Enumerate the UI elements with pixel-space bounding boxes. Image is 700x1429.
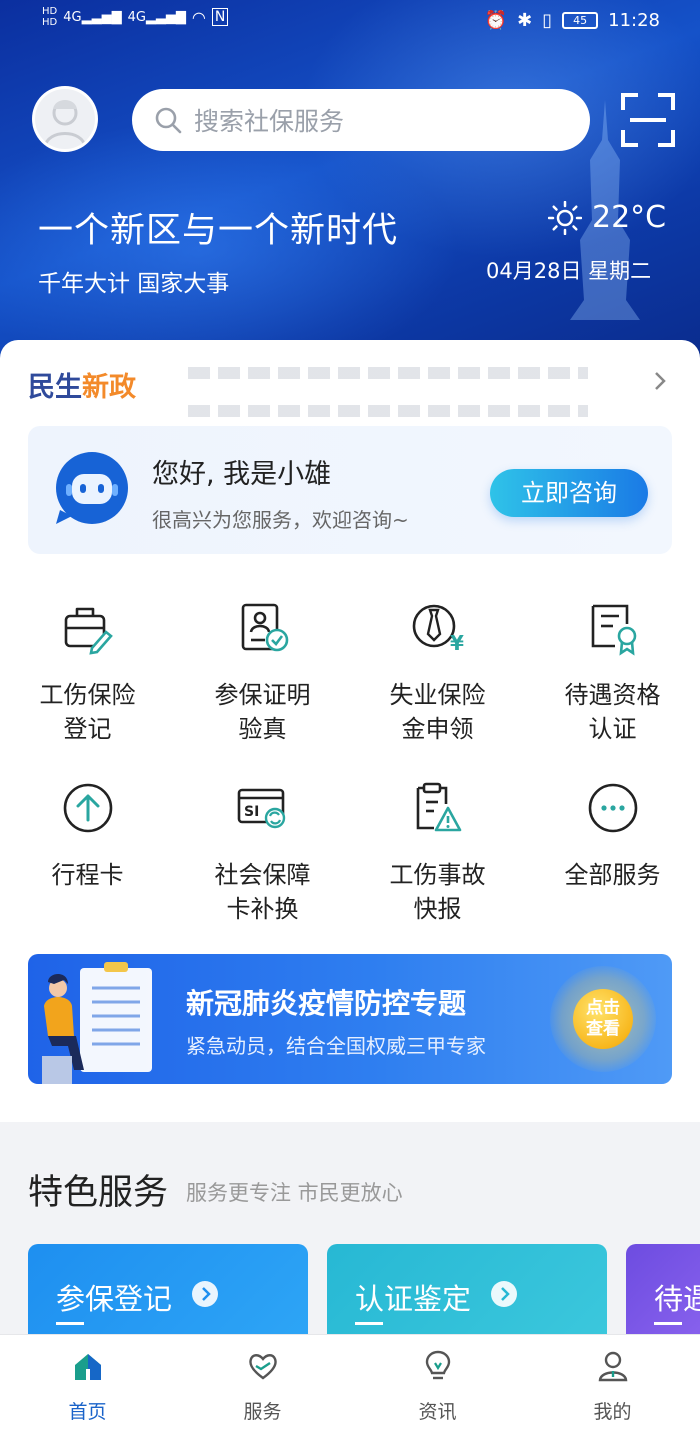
search-placeholder: 搜索社保服务 (194, 107, 345, 136)
header-banner: HD HD 4G▂▃▅▇ 4G▂▃▅▇ ◠ N ⏰ ✱ ▯ 45 11:28 搜索… (0, 0, 700, 380)
main-card: 民生新政 您好, 我是小雄 很高兴为您服务，欢迎咨询~ 立即咨询 工伤保险 登记… (0, 340, 700, 1122)
doctor-illustration (42, 962, 152, 1084)
assistant-card[interactable]: 您好, 我是小雄 很高兴为您服务，欢迎咨询~ 立即咨询 (28, 426, 672, 554)
id-card-check-icon (241, 603, 288, 652)
tie-yuan-icon: ¥ (412, 604, 464, 655)
bottom-nav: 首页 服务 资讯 我的 (0, 1334, 700, 1429)
service-item[interactable]: 全部服务 (525, 780, 700, 892)
assistant-title: 您好, 我是小雄 (152, 459, 332, 490)
heart-hand-icon (248, 1354, 277, 1380)
banner-title: 新冠肺炎疫情防控专题 (186, 987, 467, 1020)
service-label: 失业保险 金申领 (389, 681, 486, 743)
search-icon (155, 107, 182, 134)
service-label: 行程卡 (51, 861, 124, 889)
service-item[interactable]: 待遇资格 认证 (525, 600, 700, 746)
scan-icon[interactable] (620, 92, 676, 148)
chevron-right-icon[interactable] (650, 369, 670, 393)
sun-icon (548, 200, 582, 235)
more-icon (588, 783, 637, 833)
featured-subtitle: 服务更专注 市民更放心 (186, 1181, 403, 1205)
nav-services[interactable]: 服务 (175, 1335, 350, 1429)
news-logo-part1: 民生 (28, 372, 82, 403)
status-left: HD HD 4G▂▃▅▇ 4G▂▃▅▇ ◠ N (42, 6, 229, 28)
covid-banner[interactable]: 新冠肺炎疫情防控专题 紧急动员，结合全国权威三甲专家 点击 查看 (28, 954, 672, 1084)
nav-mine[interactable]: 我的 (525, 1335, 700, 1429)
alarm-icon: ⏰ (484, 10, 508, 31)
service-label: 待遇资格 认证 (564, 681, 661, 743)
service-item[interactable]: 参保证明 验真 (175, 600, 350, 746)
si-card-refresh-icon: SI (237, 788, 285, 829)
lightbulb-icon (425, 1350, 450, 1380)
featured-card-label: 待遇 (654, 1282, 700, 1316)
nfc-icon: N (211, 8, 229, 26)
clipboard-warning-icon (416, 782, 461, 832)
arrow-up-circle-icon (63, 783, 112, 833)
card-underline (654, 1322, 682, 1325)
news-logo: 民生新政 (28, 365, 136, 404)
service-label: 工伤事故 快报 (389, 861, 486, 923)
service-label: 全部服务 (564, 861, 661, 889)
service-label: 工伤保险 登记 (39, 681, 136, 743)
svg-text:SI: SI (244, 804, 259, 820)
certificate-icon (591, 604, 636, 656)
signal-icon: 4G▂▃▅▇ (63, 9, 122, 25)
service-item[interactable]: SI 社会保障 卡补换 (175, 780, 350, 926)
service-label: 参保证明 验真 (214, 681, 311, 743)
nav-news[interactable]: 资讯 (350, 1335, 525, 1429)
search-input[interactable]: 搜索社保服务 (132, 89, 590, 151)
signal-icon: 4G▂▃▅▇ (127, 9, 186, 25)
robot-icon (56, 452, 128, 524)
arrow-right-icon (192, 1281, 218, 1307)
news-logo-part2: 新政 (82, 372, 136, 403)
service-item[interactable]: 工伤事故 快报 (350, 780, 525, 926)
avatar[interactable] (32, 86, 98, 152)
vibrate-icon: ▯ (542, 10, 553, 31)
nav-label: 资讯 (418, 1401, 457, 1423)
hd-icon: HD HD (42, 6, 58, 28)
consult-button[interactable]: 立即咨询 (490, 469, 648, 517)
hero-subtitle: 千年大计 国家大事 (38, 271, 230, 297)
arrow-right-icon (491, 1281, 517, 1307)
view-button[interactable]: 点击 查看 (573, 989, 633, 1049)
weather: 22°C (548, 200, 666, 235)
status-bar: HD HD 4G▂▃▅▇ 4G▂▃▅▇ ◠ N ⏰ ✱ ▯ 45 11:28 (0, 0, 700, 44)
user-avatar-icon (43, 100, 87, 148)
bluetooth-icon: ✱ (517, 10, 533, 31)
svg-text:¥: ¥ (450, 631, 464, 655)
news-scroll-text (188, 357, 588, 417)
banner-subtitle: 紧急动员，结合全国权威三甲专家 (186, 1034, 486, 1058)
nav-label: 首页 (68, 1401, 107, 1423)
battery-icon: 45 (562, 12, 599, 29)
view-button-label: 点击 查看 (586, 998, 620, 1039)
nav-label: 我的 (593, 1401, 632, 1423)
service-item[interactable]: 工伤保险 登记 (0, 600, 175, 746)
service-item[interactable]: ¥ 失业保险 金申领 (350, 600, 525, 746)
person-icon (598, 1351, 627, 1382)
featured-card-label: 参保登记 (56, 1282, 173, 1316)
status-right: ⏰ ✱ ▯ 45 11:28 (485, 10, 660, 31)
briefcase-edit-icon (64, 607, 113, 655)
service-item[interactable]: 行程卡 (0, 780, 175, 892)
featured-card-label: 认证鉴定 (355, 1282, 472, 1316)
home-icon (74, 1354, 101, 1380)
assistant-subtitle: 很高兴为您服务，欢迎咨询~ (152, 508, 409, 532)
hero-title: 一个新区与一个新时代 (38, 211, 399, 251)
card-underline (355, 1322, 383, 1325)
card-underline (56, 1322, 84, 1325)
nav-home[interactable]: 首页 (0, 1335, 175, 1429)
date: 04月28日 星期二 (486, 259, 652, 283)
service-label: 社会保障 卡补换 (214, 861, 311, 923)
clock: 11:28 (608, 10, 660, 31)
news-ticker[interactable]: 民生新政 (28, 365, 672, 417)
wifi-icon: ◠ (191, 7, 206, 27)
nav-label: 服务 (243, 1401, 282, 1423)
featured-title: 特色服务 (28, 1173, 169, 1213)
temperature: 22°C (592, 200, 667, 235)
